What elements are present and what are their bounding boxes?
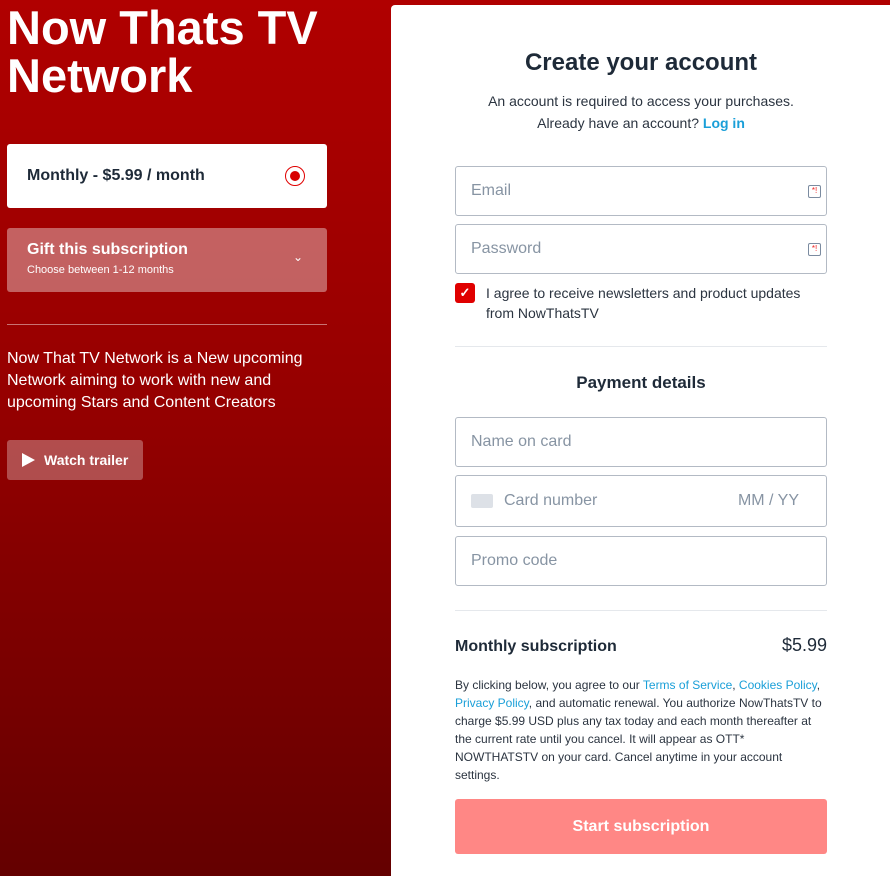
radio-selected-icon[interactable] [285,166,305,186]
password-input[interactable] [471,240,808,258]
name-on-card-field[interactable] [455,417,827,467]
signup-panel: Create your account An account is requir… [391,5,890,876]
page-title: Create your account [524,49,758,76]
promo-code-field[interactable] [455,536,827,586]
divider [7,324,327,325]
gift-subscription-toggle[interactable]: Gift this subscription Choose between 1-… [7,228,327,292]
watch-trailer-label: Watch trailer [44,452,129,468]
chevron-down-icon: ⌄ [292,250,303,264]
gift-subtitle: Choose between 1-12 months [27,264,174,276]
password-manager-icon[interactable]: *! [808,242,821,256]
cookies-policy-link[interactable]: Cookies Policy [739,678,817,692]
expiry-input[interactable]: MM / YY [738,492,799,510]
payment-heading: Payment details [576,373,706,392]
network-description: Now That TV Network is a New upcoming Ne… [7,350,303,411]
email-input[interactable] [471,182,808,200]
card-number-input[interactable] [504,492,711,510]
gift-title: Gift this subscription [27,241,188,258]
legal-prefix: By clicking below, you agree to our [455,678,643,692]
brand-title: Now Thats TV Network [7,1,318,102]
legal-sep: , [816,678,821,692]
email-field[interactable]: *! [455,166,827,216]
newsletter-checkbox[interactable]: ✓ [455,283,475,303]
legal-sep: , [732,678,739,692]
watch-trailer-button[interactable]: Watch trailer [7,440,143,480]
password-field[interactable]: *! [455,224,827,274]
credit-card-icon [471,494,493,508]
name-on-card-input[interactable] [471,433,811,451]
divider [455,610,827,611]
plan-label: Monthly - $5.99 / month [27,167,205,184]
order-summary: Monthly subscription $5.99 [455,635,827,656]
promo-code-input[interactable] [471,552,811,570]
plan-option-monthly[interactable]: Monthly - $5.99 / month [7,144,327,208]
summary-price: $5.99 [781,635,827,655]
privacy-policy-link[interactable]: Privacy Policy [455,696,529,710]
start-subscription-button[interactable]: Start subscription [455,799,827,854]
play-icon [22,453,35,467]
password-manager-icon[interactable]: *! [808,184,821,198]
account-required-text: An account is required to access your pu… [488,93,794,109]
newsletter-label: I agree to receive newsletters and produ… [486,285,801,321]
newsletter-consent: ✓ I agree to receive newsletters and pro… [455,283,827,323]
card-field[interactable]: MM / YY [455,475,827,527]
summary-label: Monthly subscription [455,638,617,655]
login-prompt-text: Already have an account? [537,115,699,131]
login-link[interactable]: Log in [703,115,745,131]
terms-of-service-link[interactable]: Terms of Service [643,678,732,692]
legal-text: By clicking below, you agree to our Term… [455,676,827,784]
left-panel: Now Thats TV Network Monthly - $5.99 / m… [0,0,391,876]
login-prompt: Already have an account? Log in [455,115,827,131]
divider [455,346,827,347]
